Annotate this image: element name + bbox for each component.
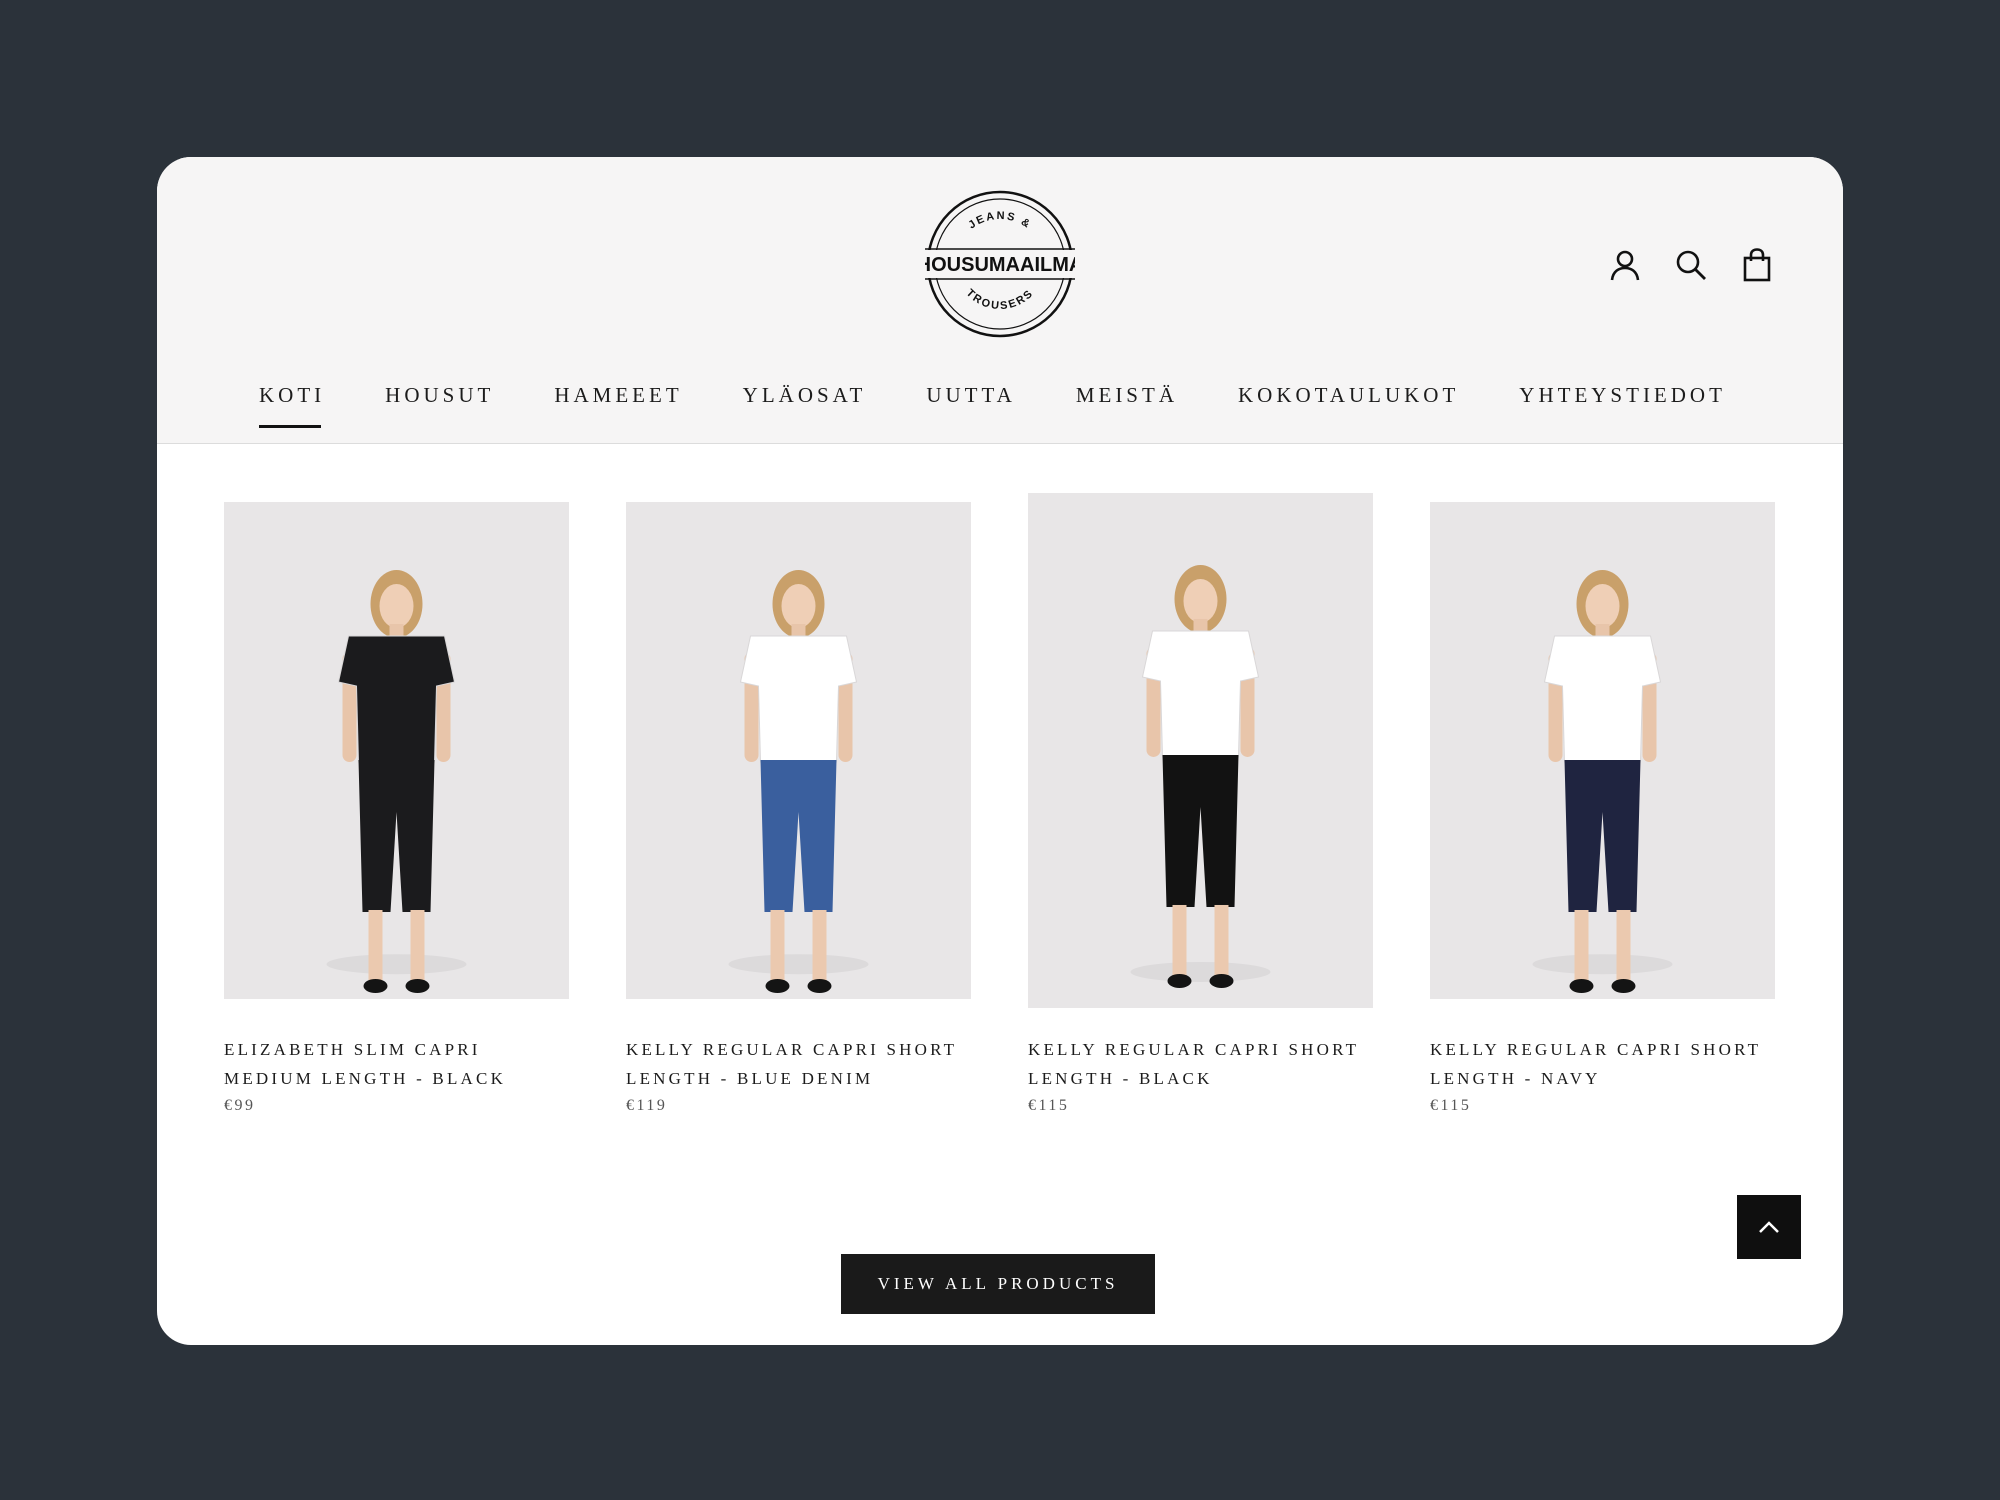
product-name-line: LENGTH - BLACK [1028, 1069, 1213, 1088]
logo-bottom-text: TROUSERS [964, 287, 1037, 312]
view-all-products-button[interactable]: VIEW ALL PRODUCTS [841, 1254, 1155, 1314]
product-name-line: LENGTH - NAVY [1430, 1069, 1601, 1088]
nav-item-kokotaulukot[interactable]: KOKOTAULUKOT [1238, 383, 1459, 428]
product-name[interactable]: KELLY REGULAR CAPRI SHORT LENGTH - NAVY [1430, 1035, 1775, 1093]
account-icon[interactable] [1607, 247, 1643, 283]
product-price: €119 [626, 1097, 668, 1114]
product-name-line: ELIZABETH SLIM CAPRI [224, 1040, 481, 1059]
product-name[interactable]: KELLY REGULAR CAPRI SHORT LENGTH - BLACK [1028, 1035, 1373, 1093]
logo-brand-text: HOUSUMAAILMA [925, 254, 1075, 276]
product-card[interactable]: KELLY REGULAR CAPRI SHORT LENGTH - NAVY … [1430, 502, 1775, 1115]
product-image[interactable] [626, 502, 971, 999]
site-header: HOUSUMAAILMA JEANS & TROUSERS KOTI HOUSU… [157, 157, 1843, 444]
nav-item-ylaosat[interactable]: YLÄOSAT [743, 383, 867, 428]
product-image[interactable] [1028, 493, 1373, 1008]
product-card[interactable]: KELLY REGULAR CAPRI SHORT LENGTH - BLUE … [626, 502, 971, 1115]
product-name-line: MEDIUM LENGTH - BLACK [224, 1069, 507, 1088]
nav-item-yhteystiedot[interactable]: YHTEYSTIEDOT [1519, 383, 1726, 428]
product-price: €115 [1430, 1097, 1472, 1114]
product-name-line: KELLY REGULAR CAPRI SHORT [626, 1040, 958, 1059]
nav-item-koti[interactable]: KOTI [259, 383, 325, 428]
product-price: €99 [224, 1097, 256, 1114]
header-icons [1607, 247, 1775, 283]
nav-item-housut[interactable]: HOUSUT [385, 383, 494, 428]
chevron-up-icon [1759, 1221, 1779, 1233]
product-card[interactable]: ELIZABETH SLIM CAPRI MEDIUM LENGTH - BLA… [224, 502, 569, 1115]
product-card[interactable]: KELLY REGULAR CAPRI SHORT LENGTH - BLACK… [1028, 493, 1373, 1115]
back-to-top-button[interactable] [1737, 1195, 1801, 1259]
product-name[interactable]: KELLY REGULAR CAPRI SHORT LENGTH - BLUE … [626, 1035, 971, 1093]
product-name[interactable]: ELIZABETH SLIM CAPRI MEDIUM LENGTH - BLA… [224, 1035, 569, 1093]
main-nav: KOTI HOUSUT HAMEEET YLÄOSAT UUTTA MEISTÄ… [259, 383, 1786, 428]
product-name-line: KELLY REGULAR CAPRI SHORT [1028, 1040, 1360, 1059]
nav-item-meista[interactable]: MEISTÄ [1076, 383, 1178, 428]
logo-top-text: JEANS & [966, 210, 1033, 232]
product-price: €115 [1028, 1097, 1070, 1114]
product-name-line: KELLY REGULAR CAPRI SHORT [1430, 1040, 1762, 1059]
nav-item-hameeet[interactable]: HAMEEET [554, 383, 682, 428]
product-name-line: LENGTH - BLUE DENIM [626, 1069, 874, 1088]
product-image[interactable] [1430, 502, 1775, 999]
cart-icon[interactable] [1739, 247, 1775, 283]
nav-item-uutta[interactable]: UUTTA [926, 383, 1015, 428]
product-image[interactable] [224, 502, 569, 999]
store-window: HOUSUMAAILMA JEANS & TROUSERS KOTI HOUSU… [157, 157, 1843, 1345]
search-icon[interactable] [1673, 247, 1709, 283]
brand-logo[interactable]: HOUSUMAAILMA JEANS & TROUSERS [925, 189, 1075, 339]
